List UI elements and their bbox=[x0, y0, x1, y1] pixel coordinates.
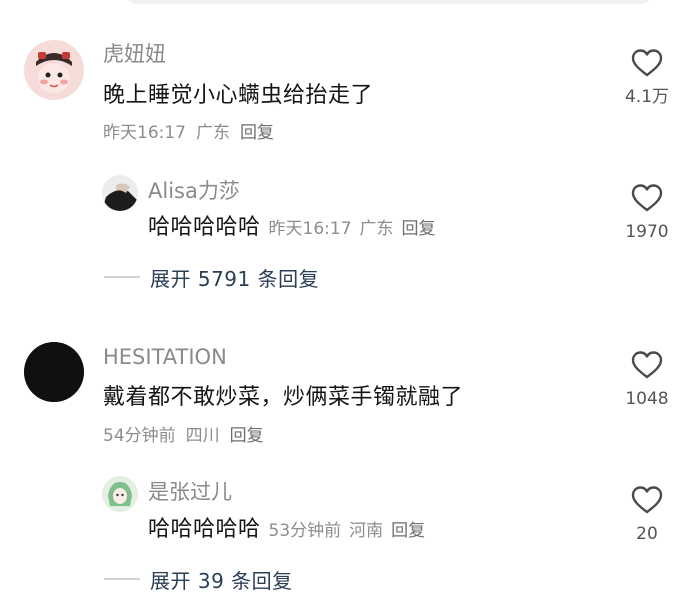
divider-line bbox=[104, 578, 140, 580]
divider-line bbox=[104, 276, 140, 278]
avatar[interactable] bbox=[24, 40, 84, 100]
like-count: 1048 bbox=[625, 389, 669, 409]
comment-text: 戴着都不敢炒菜，炒俩菜手镯就融了 bbox=[103, 385, 464, 410]
search-bar-edge[interactable] bbox=[126, 0, 652, 4]
avatar-image bbox=[102, 175, 138, 211]
heart-outline-icon[interactable] bbox=[630, 350, 664, 380]
reply-button[interactable]: 回复 bbox=[240, 123, 274, 143]
avatar-image bbox=[102, 476, 138, 512]
reply-meta: 昨天16:17 广东 回复 bbox=[269, 219, 444, 239]
heart-outline-icon[interactable] bbox=[630, 183, 664, 213]
reply-location: 广东 bbox=[359, 219, 394, 239]
comment-username[interactable]: HESITATION bbox=[103, 347, 227, 368]
avatar-image bbox=[24, 342, 84, 402]
expand-replies-label[interactable]: 展开 5791 条回复 bbox=[150, 263, 319, 292]
comment-location: 广东 bbox=[196, 123, 230, 143]
expand-replies-button[interactable]: 展开 39 条回复 bbox=[104, 565, 293, 594]
avatar[interactable] bbox=[24, 342, 84, 402]
like-count: 4.1万 bbox=[624, 87, 670, 107]
reply-text-row: 哈哈哈哈哈 53分钟前 河南 回复 bbox=[148, 519, 433, 541]
reply-button[interactable]: 回复 bbox=[230, 426, 264, 446]
reply-text: 哈哈哈哈哈 bbox=[148, 215, 261, 240]
comment-text: 晚上睡觉小心螨虫给抬走了 bbox=[103, 83, 374, 108]
reply-time: 昨天16:17 bbox=[268, 219, 352, 239]
reply-text: 哈哈哈哈哈 bbox=[148, 517, 261, 542]
reply-button[interactable]: 回复 bbox=[402, 219, 436, 239]
avatar[interactable] bbox=[102, 476, 138, 512]
comment-username[interactable]: 虎妞妞 bbox=[103, 44, 166, 65]
heart-outline-icon[interactable] bbox=[630, 485, 664, 515]
heart-outline-icon[interactable] bbox=[630, 48, 664, 78]
like-count: 20 bbox=[636, 524, 658, 544]
reply-username[interactable]: 是张过儿 bbox=[148, 482, 232, 503]
reply-location: 河南 bbox=[349, 521, 384, 541]
comment-location: 四川 bbox=[185, 426, 220, 446]
like-count: 1970 bbox=[625, 222, 669, 242]
avatar[interactable] bbox=[102, 175, 138, 211]
expand-replies-label[interactable]: 展开 39 条回复 bbox=[150, 565, 293, 594]
reply-text-row: 哈哈哈哈哈 昨天16:17 广东 回复 bbox=[148, 217, 444, 239]
reply-username[interactable]: Alisa力莎 bbox=[148, 181, 240, 202]
reply-meta: 53分钟前 河南 回复 bbox=[269, 521, 434, 541]
expand-replies-button[interactable]: 展开 5791 条回复 bbox=[104, 263, 319, 292]
comment-time: 昨天16:17 bbox=[103, 123, 186, 143]
reply-button[interactable]: 回复 bbox=[391, 521, 425, 541]
avatar-image bbox=[24, 40, 84, 100]
reply-time: 53分钟前 bbox=[268, 521, 342, 541]
comment-time: 54分钟前 bbox=[103, 426, 176, 446]
comment-meta: 昨天16:17 广东 回复 bbox=[103, 125, 274, 142]
comment-meta: 54分钟前 四川 回复 bbox=[103, 428, 264, 445]
